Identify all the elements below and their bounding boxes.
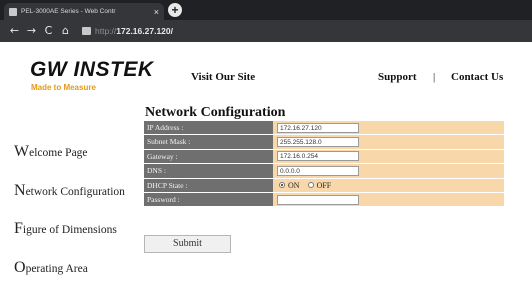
sidenav-label: elcome Page <box>29 147 88 159</box>
sidenav-item-figure-of-dimensions[interactable]: Figure of Dimensions <box>14 220 117 238</box>
reload-icon[interactable]: C <box>40 20 57 42</box>
home-icon[interactable]: ⌂ <box>57 20 74 42</box>
subnet-mask-row: Subnet Mask : 255.255.128.0 <box>144 135 504 150</box>
sidenav-label: perating Area <box>25 263 88 275</box>
dhcp-state-cell: ON OFF <box>273 178 504 193</box>
gateway-label: Gateway : <box>144 149 273 165</box>
sidenav-label: etwork Configuration <box>25 186 125 198</box>
sidenav-initial: O <box>14 259 26 276</box>
support-link[interactable]: Support <box>378 71 417 83</box>
dhcp-state-row: DHCP State : ON OFF <box>144 178 504 193</box>
dhcp-off-radio[interactable] <box>307 182 314 189</box>
browser-tab-bar: PEL-3000AE Series - Web Contr × + <box>0 0 532 20</box>
sidenav-initial: W <box>14 143 30 160</box>
browser-tab[interactable]: PEL-3000AE Series - Web Contr × <box>4 3 164 20</box>
gateway-input[interactable]: 172.16.0.254 <box>277 151 359 162</box>
dhcp-on-label[interactable]: ON <box>288 181 300 190</box>
visit-our-site-link[interactable]: Visit Our Site <box>191 71 255 83</box>
page-title: Network Configuration <box>145 105 286 120</box>
site-info-icon[interactable] <box>82 27 91 35</box>
sidenav-initial: F <box>14 220 23 237</box>
dns-cell: 0.0.0.0 <box>273 164 504 179</box>
subnet-mask-input[interactable]: 255.255.128.0 <box>277 137 359 148</box>
forward-icon[interactable]: → <box>23 20 40 42</box>
ip-address-cell: 172.16.27.120 <box>273 121 504 136</box>
dhcp-off-label[interactable]: OFF <box>317 181 332 190</box>
tab-close-icon[interactable]: × <box>154 7 159 17</box>
dns-input[interactable]: 0.0.0.0 <box>277 165 359 176</box>
tab-title: PEL-3000AE Series - Web Contr <box>21 8 116 15</box>
dhcp-on-radio[interactable] <box>279 182 285 189</box>
sidenav-item-network-configuration[interactable]: Network Configuration <box>14 182 125 200</box>
sidenav-initial: N <box>14 182 26 199</box>
page-favicon-icon <box>9 7 17 16</box>
address-scheme: http:// <box>95 26 117 36</box>
sidenav-label: igure of Dimensions <box>22 224 117 236</box>
submit-button[interactable]: Submit <box>144 235 231 253</box>
browser-toolbar: ← → C ⌂ http://172.16.27.120/ <box>0 20 532 42</box>
address-host: 172.16.27.120/ <box>116 26 173 36</box>
dhcp-radio-group: ON OFF <box>277 181 337 190</box>
dns-row: DNS : 0.0.0.0 <box>144 164 504 179</box>
logo-tagline: Made to Measure <box>31 83 96 92</box>
ip-address-input[interactable]: 172.16.27.120 <box>277 122 359 133</box>
network-config-table: IP Address : 172.16.27.120 Subnet Mask :… <box>144 121 504 208</box>
nav-separator: | <box>433 71 436 83</box>
back-icon[interactable]: ← <box>6 20 23 42</box>
subnet-mask-label: Subnet Mask : <box>144 135 273 150</box>
address-bar[interactable]: http://172.16.27.120/ <box>95 26 173 36</box>
password-label: Password : <box>144 192 273 208</box>
ip-address-row: IP Address : 172.16.27.120 <box>144 121 504 136</box>
dns-label: DNS : <box>144 164 273 179</box>
sidenav-item-operating-area[interactable]: Operating Area <box>14 259 88 277</box>
password-input[interactable] <box>277 194 359 205</box>
sidenav-item-welcome-page[interactable]: Welcome Page <box>14 143 88 161</box>
subnet-mask-cell: 255.255.128.0 <box>273 135 504 150</box>
ip-address-label: IP Address : <box>144 121 273 136</box>
password-row: Password : <box>144 192 504 208</box>
dhcp-state-label: DHCP State : <box>144 178 273 193</box>
gateway-row: Gateway : 172.16.0.254 <box>144 149 504 165</box>
new-tab-button[interactable]: + <box>168 3 182 17</box>
password-cell <box>273 192 504 208</box>
contact-us-link[interactable]: Contact Us <box>451 71 503 83</box>
gateway-cell: 172.16.0.254 <box>273 149 504 165</box>
gw-instek-logo[interactable]: GW INSTEK <box>30 59 154 81</box>
